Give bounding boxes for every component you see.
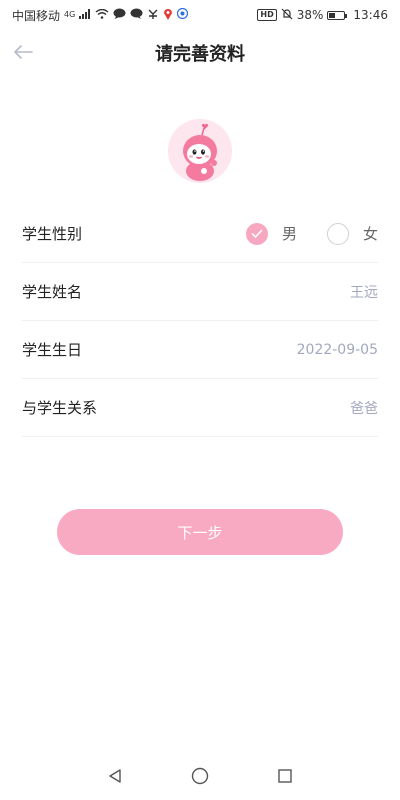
profile-form: 学生性别 男 女 学生姓名 王远 学生生日 2022-09-05 与学生关系 爸… — [22, 205, 378, 437]
relation-label: 与学生关系 — [22, 399, 98, 417]
app-notification-icon — [147, 8, 159, 23]
gender-option-female[interactable]: 女 — [326, 222, 378, 245]
status-left: 中国移动 4G — [12, 7, 189, 24]
male-radio[interactable] — [245, 222, 268, 245]
name-row[interactable]: 学生姓名 王远 — [22, 263, 378, 321]
name-value[interactable]: 王远 — [350, 282, 378, 302]
female-radio[interactable] — [326, 222, 349, 245]
next-button[interactable]: 下一步 — [57, 509, 343, 555]
system-nav-bar — [0, 752, 400, 800]
hd-badge: HD — [257, 9, 277, 21]
carrier-name: 中国移动 — [12, 8, 61, 23]
network-type: 4G — [64, 10, 76, 19]
gender-option-male[interactable]: 男 — [245, 222, 297, 245]
pink-mascot-icon — [168, 119, 232, 183]
gender-options: 男 女 — [245, 222, 378, 245]
check-icon — [251, 229, 263, 238]
header: 请完善资料 — [0, 30, 400, 76]
triangle-back-icon — [109, 769, 121, 783]
nav-back-button[interactable] — [103, 764, 127, 788]
signal-icon — [79, 8, 91, 22]
message-icon — [130, 8, 143, 22]
wifi-icon — [95, 8, 109, 22]
page-title: 请完善资料 — [155, 44, 245, 65]
female-label: 女 — [362, 225, 378, 243]
birthday-value[interactable]: 2022-09-05 — [297, 342, 378, 358]
battery-percent: 38% — [296, 8, 324, 22]
circle-home-icon — [191, 767, 209, 785]
battery-fill — [329, 12, 335, 18]
avatar[interactable] — [168, 119, 232, 183]
baidu-icon — [177, 7, 189, 22]
battery-icon — [327, 10, 348, 20]
name-label: 学生姓名 — [22, 283, 83, 301]
status-right: HD 38% 13:46 — [257, 8, 388, 23]
gender-label: 学生性别 — [22, 225, 83, 243]
relation-row[interactable]: 与学生关系 爸爸 — [22, 379, 378, 437]
gender-row: 学生性别 男 女 — [22, 205, 378, 263]
nav-home-button[interactable] — [188, 764, 212, 788]
status-bar: 中国移动 4G HD 38% 13:46 — [0, 0, 400, 30]
birthday-row[interactable]: 学生生日 2022-09-05 — [22, 321, 378, 379]
relation-value[interactable]: 爸爸 — [350, 398, 378, 418]
square-recents-icon — [278, 769, 292, 783]
clock: 13:46 — [353, 8, 388, 22]
male-label: 男 — [281, 225, 297, 243]
mute-bell-icon — [281, 8, 293, 23]
location-icon — [163, 8, 173, 23]
birthday-label: 学生生日 — [22, 341, 83, 359]
chat-icon — [113, 8, 126, 22]
nav-recents-button[interactable] — [273, 764, 297, 788]
